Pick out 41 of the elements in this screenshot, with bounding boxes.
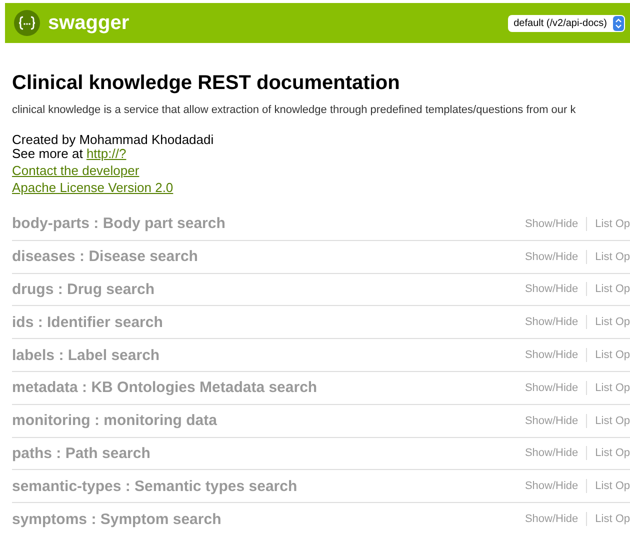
resource-heading[interactable]: ids : Identifier search xyxy=(12,314,163,331)
list-operations-link[interactable]: List Op xyxy=(595,414,630,427)
resource-heading[interactable]: semantic-types : Semantic types search xyxy=(12,478,298,495)
api-selector[interactable]: default (/v2/api-docs) xyxy=(508,14,625,32)
resource-heading[interactable]: monitoring : monitoring data xyxy=(12,412,217,430)
show-hide-link[interactable]: Show/Hide xyxy=(524,414,578,427)
resource-heading[interactable]: paths : Path search xyxy=(12,444,150,462)
logo-icon xyxy=(14,10,40,36)
list-operations-link[interactable]: List Op xyxy=(595,250,630,263)
see-more-label: See more at xyxy=(12,146,83,161)
list-operations-link[interactable]: List Op xyxy=(595,218,630,230)
show-hide-link[interactable]: Show/Hide xyxy=(524,250,578,263)
list-operations-link[interactable]: List Op xyxy=(595,382,630,394)
resource-heading[interactable]: body-parts : Body part search xyxy=(12,215,226,232)
show-hide-link[interactable]: Show/Hide xyxy=(524,447,578,460)
logo-text[interactable]: swagger xyxy=(48,12,130,34)
resource-heading[interactable]: labels : Label search xyxy=(12,346,160,364)
show-hide-link[interactable]: Show/Hide xyxy=(524,316,578,328)
show-hide-link[interactable]: Show/Hide xyxy=(524,283,578,296)
contact-link[interactable]: Contact the developer xyxy=(12,163,140,178)
show-hide-link[interactable]: Show/Hide xyxy=(524,382,578,394)
list-operations-link[interactable]: List Op xyxy=(595,513,630,526)
list-operations-link[interactable]: List Op xyxy=(595,283,630,296)
page-title: Clinical knowledge REST documentation xyxy=(12,71,401,95)
show-hide-link[interactable]: Show/Hide xyxy=(524,218,578,230)
website-link[interactable]: http://? xyxy=(86,146,126,161)
list-operations-link[interactable]: List Op xyxy=(595,447,630,460)
show-hide-link[interactable]: Show/Hide xyxy=(524,513,578,526)
list-operations-link[interactable]: List Op xyxy=(595,349,630,362)
list-operations-link[interactable]: List Op xyxy=(595,480,630,492)
list-operations-link[interactable]: List Op xyxy=(595,316,630,328)
resource-heading[interactable]: drugs : Drug search xyxy=(12,280,155,298)
license-link[interactable]: Apache License Version 2.0 xyxy=(12,180,174,195)
description: clinical knowledge is a service that allow extraction of knowledge through predefined templates/questions from our k xyxy=(12,103,577,117)
resource-heading[interactable]: symptoms : Symptom search xyxy=(12,510,222,528)
show-hide-link[interactable]: Show/Hide xyxy=(524,349,578,362)
resource-heading[interactable]: diseases : Disease search xyxy=(12,248,198,266)
author-text: Created by Mohammad Khodadadi xyxy=(12,133,215,147)
resource-heading[interactable]: metadata : KB Ontologies Metadata search xyxy=(12,379,318,396)
show-hide-link[interactable]: Show/Hide xyxy=(524,480,578,492)
updown-caret-icon xyxy=(613,16,624,30)
